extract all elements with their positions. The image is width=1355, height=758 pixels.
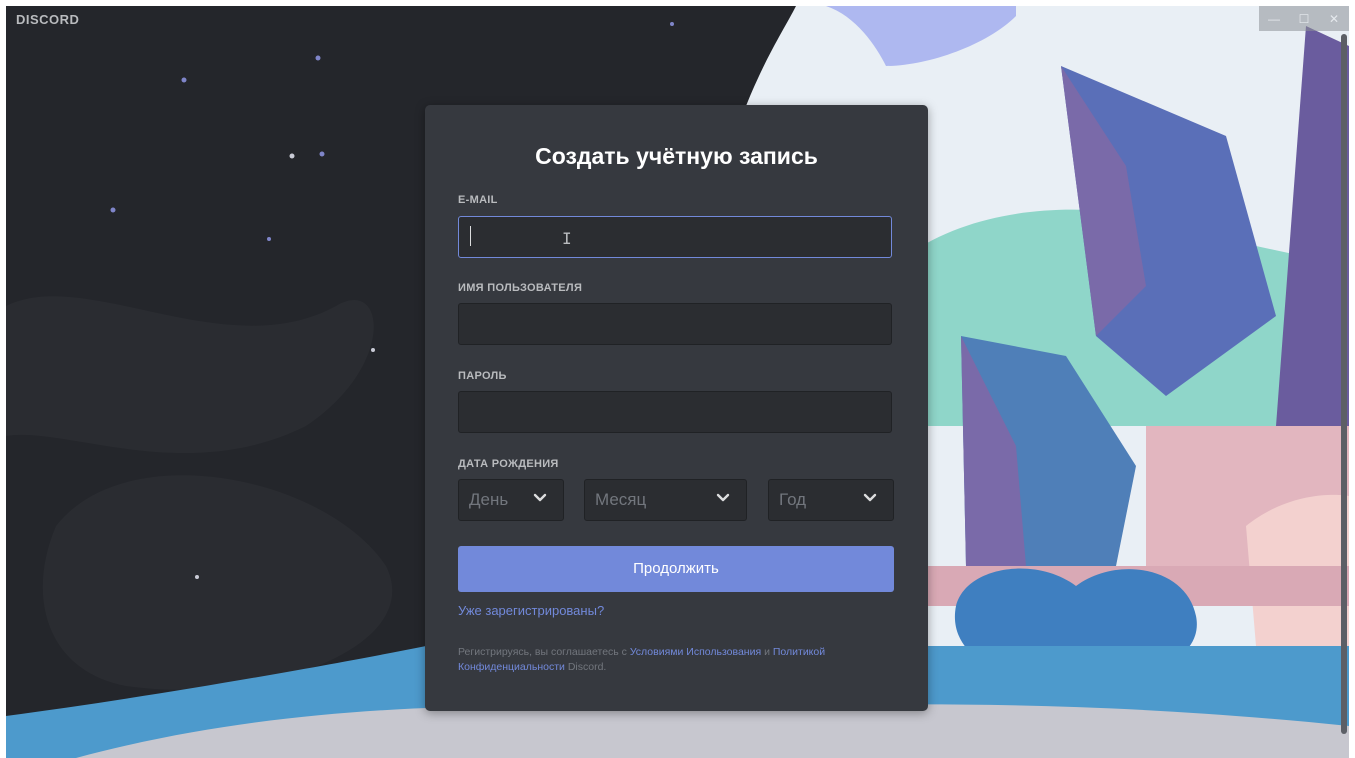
password-field[interactable] xyxy=(458,391,892,433)
month-select-placeholder: Месяц xyxy=(595,490,647,509)
year-select-placeholder: Год xyxy=(779,490,807,509)
chevron-down-icon xyxy=(716,493,730,502)
chevron-down-icon xyxy=(863,493,877,502)
app-window: DISCORD — ☐ ✕ Создать учётную запись E-M… xyxy=(6,6,1349,758)
discord-logo: DISCORD xyxy=(16,12,80,27)
already-registered-link[interactable]: Уже зарегистрированы? xyxy=(458,603,604,618)
form-title: Создать учётную запись xyxy=(535,143,818,169)
terms-suffix: Discord. xyxy=(564,661,607,673)
text-caret xyxy=(470,226,471,246)
terms-text: Регистрируясь, вы соглашаетесь с Условия… xyxy=(458,645,898,675)
chevron-down-icon xyxy=(533,493,547,502)
maximize-button[interactable]: ☐ xyxy=(1294,12,1314,26)
year-select[interactable]: Год xyxy=(768,479,894,521)
day-select-placeholder: День xyxy=(469,490,509,509)
text-cursor-icon: I xyxy=(562,229,572,248)
scrollbar[interactable] xyxy=(1341,34,1347,734)
birthdate-label: ДАТА РОЖДЕНИЯ xyxy=(458,458,559,470)
password-label: ПАРОЛЬ xyxy=(458,370,507,382)
register-form-card: Создать учётную запись E-MAIL I ИМЯ ПОЛЬ… xyxy=(425,105,928,711)
privacy-policy-link-part2[interactable]: Конфиденциальности xyxy=(458,661,565,673)
window-controls: — ☐ ✕ xyxy=(1259,6,1349,31)
username-label: ИМЯ ПОЛЬЗОВАТЕЛЯ xyxy=(458,282,583,294)
email-field[interactable]: I xyxy=(458,216,892,258)
terms-and: и xyxy=(761,646,773,658)
minimize-button[interactable]: — xyxy=(1264,12,1284,26)
privacy-policy-link-part1[interactable]: Политикой xyxy=(773,646,825,658)
continue-button[interactable]: Продолжить xyxy=(458,546,894,592)
day-select[interactable]: День xyxy=(458,479,564,521)
email-label: E-MAIL xyxy=(458,194,498,206)
close-button[interactable]: ✕ xyxy=(1324,12,1344,26)
terms-prefix: Регистрируясь, вы соглашаетесь с xyxy=(458,646,630,658)
username-field[interactable] xyxy=(458,303,892,345)
terms-of-service-link[interactable]: Условиями Использования xyxy=(630,646,761,658)
month-select[interactable]: Месяц xyxy=(584,479,747,521)
